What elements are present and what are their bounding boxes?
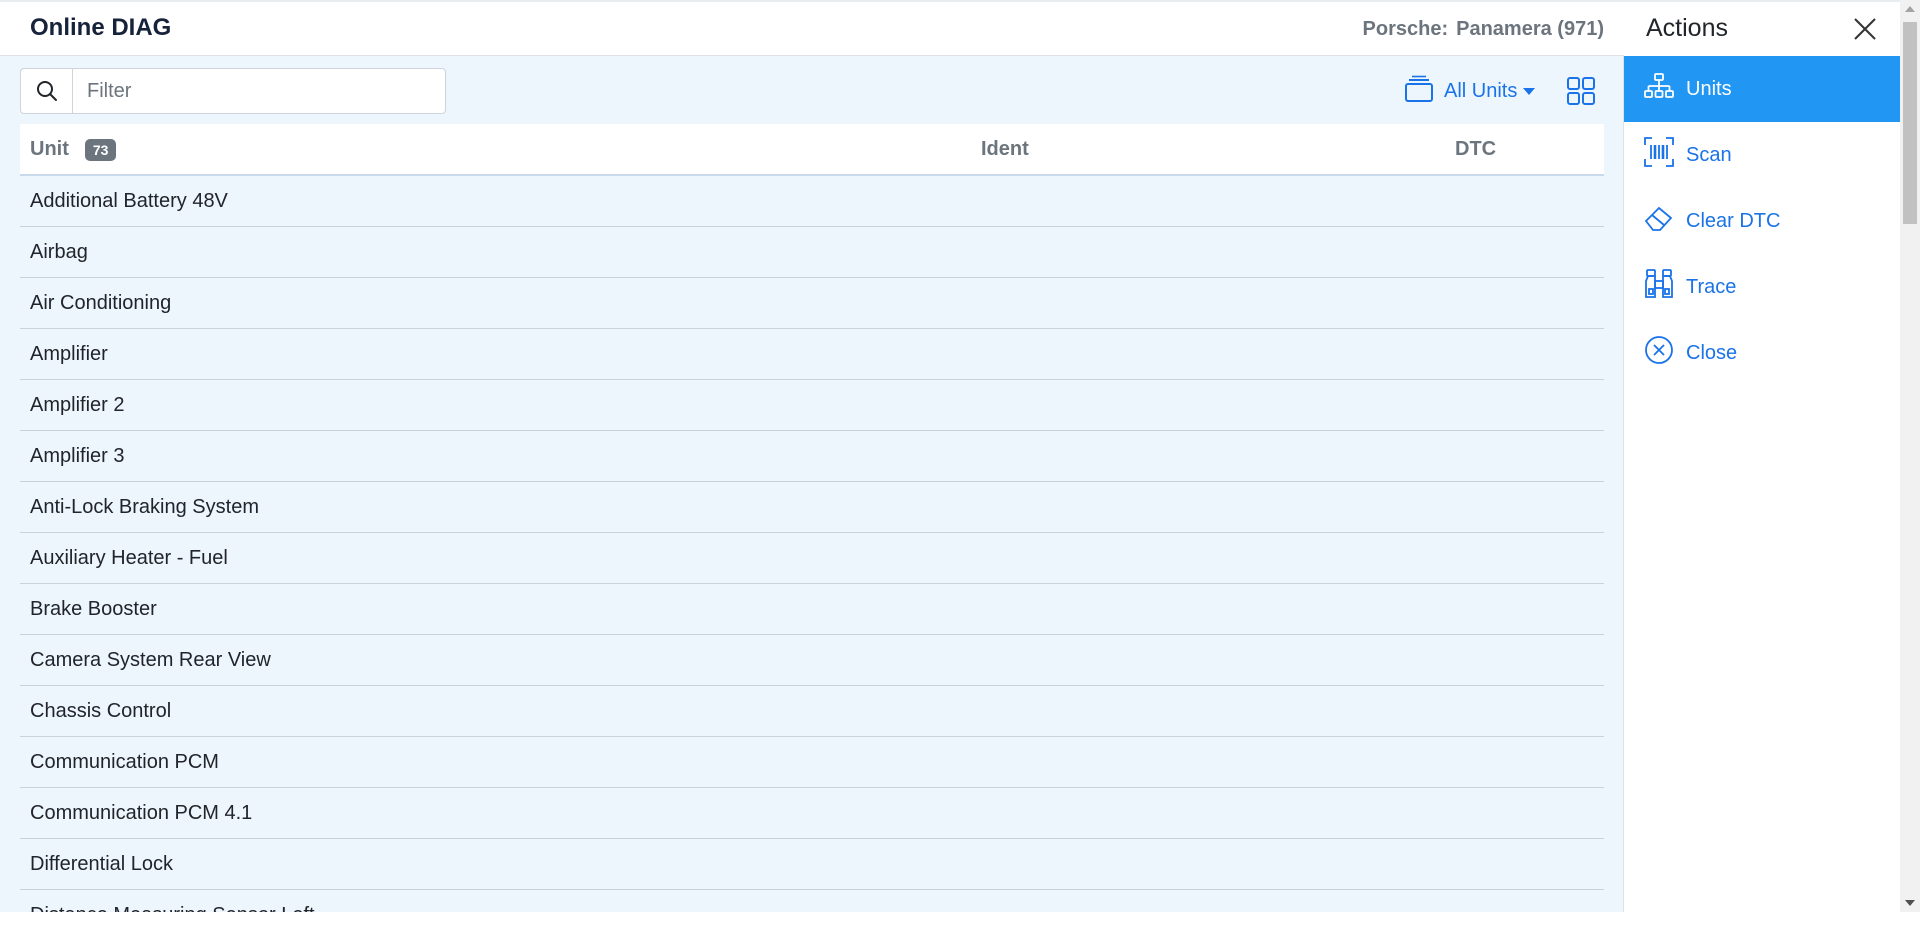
unit-name: Communication PCM: [30, 751, 219, 773]
action-scan-label: Scan: [1686, 143, 1732, 166]
unit-name: Amplifier 2: [30, 394, 125, 416]
table-row[interactable]: Communication PCM 4.1: [20, 788, 1604, 839]
action-units-label: Units: [1686, 77, 1732, 100]
table-row[interactable]: Additional Battery 48V: [20, 176, 1604, 227]
table-row[interactable]: Air Conditioning: [20, 278, 1604, 329]
table-row[interactable]: Brake Booster: [20, 584, 1604, 635]
action-trace-label: Trace: [1686, 275, 1737, 298]
vehicle-info: Porsche: Panamera (971): [1363, 18, 1604, 41]
main-content: All Units Unit 73 Ident DTC Additional B…: [0, 56, 1624, 912]
filter-box: [20, 68, 446, 114]
filter-input[interactable]: [73, 69, 445, 113]
action-units[interactable]: Units: [1624, 56, 1900, 122]
grid-view-icon[interactable]: [1566, 76, 1596, 106]
unit-name: Airbag: [30, 241, 88, 263]
unit-name: Camera System Rear View: [30, 649, 271, 671]
unit-name: Amplifier 3: [30, 445, 125, 467]
table-row[interactable]: Camera System Rear View: [20, 635, 1604, 686]
action-close-label: Close: [1686, 341, 1738, 364]
action-close[interactable]: Close: [1624, 320, 1900, 386]
table-row[interactable]: Airbag: [20, 227, 1604, 278]
table-row[interactable]: Anti-Lock Braking System: [20, 482, 1604, 533]
units-table: Unit 73 Ident DTC Additional Battery 48V…: [20, 124, 1604, 912]
scroll-thumb[interactable]: [1903, 22, 1917, 224]
unit-name: Amplifier: [30, 343, 108, 365]
unit-name: Chassis Control: [30, 700, 172, 722]
unit-name: Communication PCM 4.1: [30, 802, 253, 824]
unit-name: Auxiliary Heater - Fuel: [30, 547, 228, 569]
barcode-scan-icon: [1644, 137, 1674, 173]
app-title: Online DIAG: [30, 14, 172, 41]
sitemap-icon: [1644, 73, 1674, 105]
unit-name: Differential Lock: [30, 853, 174, 875]
scroll-up-icon[interactable]: [1905, 6, 1915, 12]
table-header: Unit 73 Ident DTC: [20, 124, 1604, 176]
table-row[interactable]: Amplifier: [20, 329, 1604, 380]
app-header: Online DIAG Porsche: Panamera (971): [0, 0, 1624, 56]
vehicle-make: Porsche:: [1362, 18, 1449, 40]
all-units-label: All Units: [1444, 79, 1518, 102]
column-unit[interactable]: Unit 73: [30, 138, 117, 161]
table-row[interactable]: Amplifier 2: [20, 380, 1604, 431]
table-row[interactable]: Chassis Control: [20, 686, 1604, 737]
page-scrollbar[interactable]: [1900, 0, 1920, 912]
table-row[interactable]: Communication PCM: [20, 737, 1604, 788]
unit-name: Air Conditioning: [30, 292, 172, 314]
column-unit-label: Unit: [30, 138, 69, 160]
layers-icon: [1404, 75, 1434, 108]
action-clear-dtc-label: Clear DTC: [1686, 209, 1781, 232]
unit-count-badge: 73: [84, 138, 117, 161]
all-units-dropdown[interactable]: All Units: [1404, 74, 1536, 108]
action-scan[interactable]: Scan: [1624, 122, 1900, 188]
table-row[interactable]: Distance Measuring Sensor Left: [20, 890, 1604, 912]
column-ident[interactable]: Ident: [981, 138, 1029, 161]
close-icon[interactable]: [1852, 16, 1878, 42]
close-circle-icon: [1644, 335, 1674, 371]
action-trace[interactable]: Trace: [1624, 254, 1900, 320]
table-row[interactable]: Differential Lock: [20, 839, 1604, 890]
unit-name: Distance Measuring Sensor Left: [30, 904, 315, 912]
unit-name: Additional Battery 48V: [30, 190, 228, 212]
scroll-down-icon[interactable]: [1905, 900, 1915, 906]
column-dtc[interactable]: DTC: [1455, 138, 1496, 161]
action-clear-dtc[interactable]: Clear DTC: [1624, 188, 1900, 254]
actions-panel: Actions Units Scan Clear DTC Trace Close: [1624, 0, 1900, 912]
eraser-icon: [1644, 204, 1674, 238]
vehicle-model: Panamera (971): [1456, 18, 1604, 40]
table-row[interactable]: Auxiliary Heater - Fuel: [20, 533, 1604, 584]
page-bottom: [0, 912, 1920, 941]
chevron-down-icon: [1523, 87, 1536, 95]
search-icon[interactable]: [21, 69, 73, 113]
table-row[interactable]: Amplifier 3: [20, 431, 1604, 482]
binoculars-icon: [1644, 269, 1674, 305]
actions-header: Actions: [1624, 0, 1900, 56]
unit-name: Brake Booster: [30, 598, 157, 620]
unit-name: Anti-Lock Braking System: [30, 496, 259, 518]
actions-title: Actions: [1646, 14, 1728, 42]
